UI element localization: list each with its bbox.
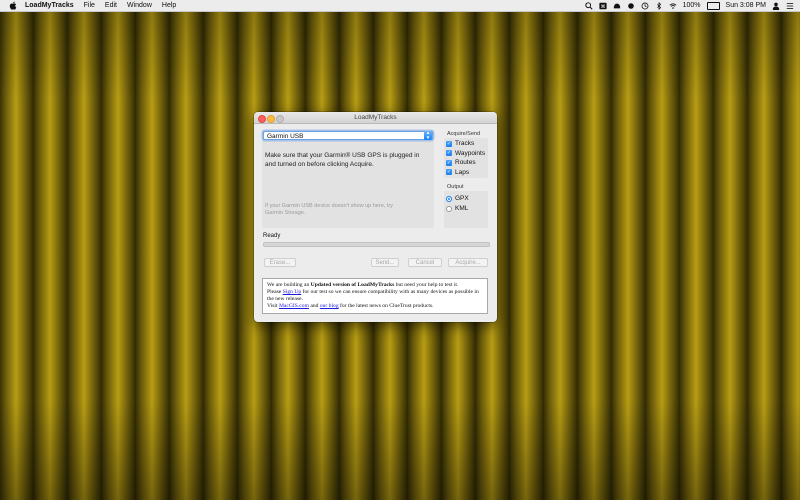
checkbox-label: Tracks — [455, 140, 475, 147]
erase-button[interactable]: Erase... — [264, 258, 296, 267]
status-menus: ⌘ 100% Sun 3:08 PM — [584, 0, 794, 11]
battery-percent: 100% — [682, 2, 701, 9]
device-hint: If your Garmin USB device doesn't show u… — [265, 203, 393, 216]
menu-help[interactable]: Help — [162, 0, 176, 11]
radio-unselected-icon — [446, 205, 452, 212]
output-title: Output — [447, 184, 464, 190]
checkmark-icon: ✓ — [446, 150, 452, 156]
checkbox-label: Routes — [455, 159, 476, 166]
menu-app-name[interactable]: LoadMyTracks — [25, 0, 74, 11]
radio-selected-icon — [446, 195, 452, 202]
blog-link[interactable]: our blog — [320, 303, 339, 309]
select-arrows-icon: ▲ ▼ — [424, 130, 432, 140]
macgis-link[interactable]: MacGIS.com — [279, 303, 309, 309]
window-title: LoadMyTracks — [354, 114, 397, 121]
checkbox-routes[interactable]: ✓ Routes — [446, 158, 476, 167]
menu-file[interactable]: File — [84, 0, 95, 11]
info-text: but need your help to test it. — [394, 282, 459, 288]
checkmark-icon: ✓ — [446, 169, 452, 175]
menu-edit[interactable]: Edit — [105, 0, 117, 11]
checkbox-label: Laps — [455, 168, 470, 176]
send-button[interactable]: Send... — [371, 258, 399, 267]
info-box: We are building an Updated version of Lo… — [262, 278, 488, 314]
notification-icon[interactable] — [613, 2, 621, 10]
user-icon[interactable] — [772, 2, 780, 10]
radio-kml[interactable]: KML — [446, 204, 468, 213]
window-content: Garmin USB ▲ ▼ Make sure that your Garmin… — [254, 124, 497, 322]
device-pane: Garmin USB ▲ ▼ Make sure that your Garmin… — [262, 130, 434, 228]
info-text: Please — [267, 289, 283, 295]
acquire-send-group: ✓ Tracks ✓ Waypoints ✓ Routes ✓ Laps — [444, 138, 488, 178]
progress-bar — [263, 242, 490, 247]
checkbox-waypoints[interactable]: ✓ Waypoints — [446, 149, 485, 158]
acquire-send-title: Acquire/Send — [447, 131, 481, 137]
checkbox-laps[interactable]: ✓ Laps — [446, 168, 469, 177]
svg-text:⌘: ⌘ — [600, 4, 605, 10]
control-icon[interactable]: ⌘ — [599, 2, 607, 10]
info-text: for the latest news on ClueTrust product… — [338, 303, 434, 309]
time-machine-icon[interactable] — [641, 2, 649, 10]
checkmark-icon: ✓ — [446, 140, 452, 147]
radio-gpx[interactable]: GPX — [446, 194, 469, 203]
radio-label: KML — [455, 205, 469, 212]
menu-list-icon[interactable] — [786, 2, 794, 10]
apple-icon[interactable] — [9, 1, 17, 10]
checkbox-label: Waypoints — [455, 149, 486, 157]
loadmytracks-window: LoadMyTracks Garmin USB ▲ ▼ Make sure tha… — [254, 112, 497, 322]
wifi-icon[interactable] — [669, 2, 677, 10]
status-text: Ready — [263, 233, 281, 239]
signup-link[interactable]: Sign Up — [283, 289, 302, 295]
title-bar[interactable]: LoadMyTracks — [254, 112, 497, 124]
info-text: We are building an — [267, 282, 311, 288]
search-icon[interactable] — [584, 1, 593, 10]
info-text: and — [308, 303, 320, 309]
menu-extra-icon[interactable] — [627, 2, 635, 10]
menu-window[interactable]: Window — [127, 0, 152, 11]
checkbox-tracks[interactable]: ✓ Tracks — [446, 139, 474, 148]
info-text: Visit — [267, 303, 279, 309]
cancel-button[interactable]: Cancel — [408, 258, 442, 267]
device-select[interactable]: Garmin USB ▲ ▼ — [263, 130, 433, 140]
bluetooth-icon[interactable] — [655, 1, 663, 10]
acquire-button[interactable]: Acquire... — [448, 258, 488, 267]
info-bold-text: Updated version of LoadMyTracks — [310, 282, 395, 288]
clock[interactable]: Sun 3:08 PM — [726, 0, 766, 11]
device-message: Make sure that your Garmin® USB GPS is p… — [265, 152, 420, 168]
battery-icon[interactable] — [706, 1, 720, 10]
output-group: GPX KML — [444, 191, 488, 228]
checkmark-icon: ✓ — [446, 159, 452, 166]
device-select-value: Garmin USB — [267, 133, 304, 140]
menu-bar: LoadMyTracks File Edit Window Help ⌘ 100… — [0, 0, 800, 12]
radio-label: GPX — [455, 195, 469, 202]
